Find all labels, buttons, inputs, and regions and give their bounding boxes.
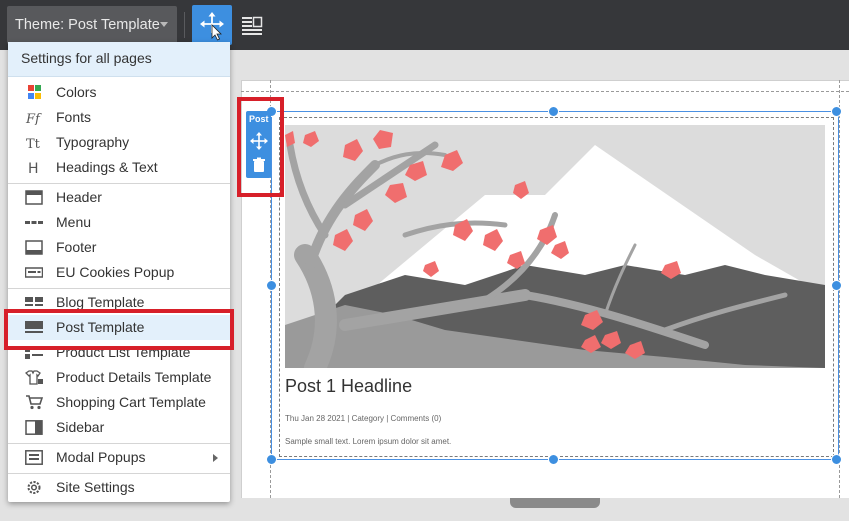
guide-line-top [241, 91, 849, 92]
resize-handle-bottom[interactable] [548, 454, 559, 465]
theme-settings-menu: Settings for all pages Colors Ff Fonts T… [8, 42, 230, 502]
resize-handle-left[interactable] [266, 280, 277, 291]
settings-gear-icon [27, 481, 41, 494]
modal-popups-icon [25, 450, 43, 465]
menu-item-site-settings[interactable]: Site Settings [8, 475, 230, 500]
menu-item-modal-popups[interactable]: Modal Popups [8, 445, 230, 470]
highlight-box-block-tools [237, 97, 284, 197]
menu-header: Settings for all pages [8, 42, 230, 77]
layout-list-icon [242, 16, 263, 35]
header-icon [25, 190, 43, 205]
caret-down-icon [160, 22, 168, 27]
menu-item-header[interactable]: Header [8, 185, 230, 210]
menu-item-footer[interactable]: Footer [8, 235, 230, 260]
theme-label: Theme: Post Template [15, 17, 160, 33]
headings-icon: H [28, 161, 39, 175]
menu-item-label: Site Settings [56, 479, 135, 495]
menu-item-label: Menu [56, 214, 92, 230]
menu-item-label: Typography [56, 134, 130, 150]
sidebar-icon [25, 420, 43, 435]
toolbar-separator [184, 12, 185, 38]
menu-item-label: Blog Template [56, 294, 145, 310]
fonts-icon: Ff [25, 112, 42, 125]
svg-text:Ff: Ff [25, 112, 42, 125]
move-tool-button[interactable] [192, 5, 232, 45]
blog-template-icon [25, 297, 43, 306]
page-bottom-handle[interactable] [510, 498, 600, 508]
selected-block-outline [271, 111, 839, 460]
menu-item-label: Sidebar [56, 419, 105, 435]
menu-item-label: Modal Popups [56, 449, 146, 465]
menu-item-sidebar[interactable]: Sidebar [8, 415, 230, 440]
menu-item-colors[interactable]: Colors [8, 80, 230, 105]
menu-item-label: Colors [56, 84, 97, 100]
resize-handle-top-right[interactable] [831, 106, 842, 117]
menu-item-label: Fonts [56, 109, 92, 125]
menu-item-label: Shopping Cart Template [56, 394, 206, 410]
menu-item-typography[interactable]: Tt Typography [8, 130, 230, 155]
menu-item-label: Footer [56, 239, 97, 255]
svg-text:H: H [28, 161, 39, 175]
resize-handle-bottom-right[interactable] [831, 454, 842, 465]
menu-item-shopping-cart-template[interactable]: Shopping Cart Template [8, 390, 230, 415]
cookies-popup-icon [25, 267, 43, 278]
shopping-cart-icon [26, 395, 43, 410]
svg-text:Tt: Tt [26, 137, 41, 150]
menu-item-label: EU Cookies Popup [56, 264, 175, 280]
colors-icon [28, 85, 41, 99]
menu-item-label: Headings & Text [56, 159, 158, 175]
menu-item-fonts[interactable]: Ff Fonts [8, 105, 230, 130]
menu-item-label: Product Details Template [56, 369, 212, 385]
menu-divider [8, 443, 230, 444]
menu-divider [8, 183, 230, 184]
resize-handle-right[interactable] [831, 280, 842, 291]
resize-handle-top[interactable] [548, 106, 559, 117]
footer-icon [25, 240, 43, 255]
menu-divider [8, 473, 230, 474]
product-details-icon [25, 370, 43, 385]
menu-item-label: Header [56, 189, 102, 205]
theme-dropdown-button[interactable]: Theme: Post Template [7, 6, 177, 44]
menu-item-eu-cookies-popup[interactable]: EU Cookies Popup [8, 260, 230, 285]
menu-item-menu[interactable]: Menu [8, 210, 230, 235]
layout-view-button[interactable] [240, 12, 266, 38]
menu-item-product-details-template[interactable]: Product Details Template [8, 365, 230, 390]
resize-handle-bottom-left[interactable] [266, 454, 277, 465]
move-cursor-icon [200, 12, 224, 41]
menu-item-headings-text[interactable]: H Headings & Text [8, 155, 230, 180]
menu-divider [8, 288, 230, 289]
submenu-arrow-icon [213, 454, 218, 462]
typography-icon: Tt [26, 137, 41, 150]
menu-icon [25, 221, 43, 224]
highlight-box-post-template [4, 309, 234, 350]
